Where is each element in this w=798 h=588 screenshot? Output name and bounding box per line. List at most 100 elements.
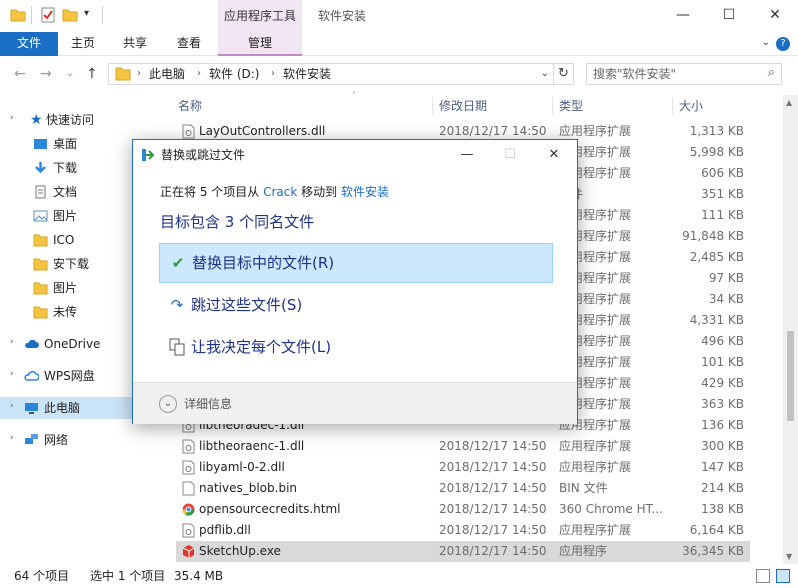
table-row[interactable]: pdflib.dll 2018/12/17 14:50 应用程序扩展 6,164 KB [176, 520, 750, 541]
sidebar-item-anxiazai[interactable]: 安下载 [0, 253, 132, 275]
breadcrumb-drive-d[interactable]: 软件 (D:) [209, 64, 259, 84]
customize-toolbar-icon[interactable]: ▾ [84, 8, 89, 19]
maximize-button[interactable]: ☐ [706, 0, 752, 32]
file-date: 2018/12/17 14:50 [439, 523, 547, 537]
decide-each-file-option[interactable]: 让我决定每个文件(L) [159, 328, 553, 368]
column-header-name[interactable]: 名称 [178, 95, 202, 117]
back-icon[interactable]: ← [14, 66, 26, 82]
properties-icon[interactable] [40, 7, 56, 23]
sidebar-item-pictures-folder[interactable]: 图片 [0, 277, 132, 299]
file-size: 136 KB [701, 418, 744, 432]
skip-files-option[interactable]: ↷ 跳过这些文件(S) [159, 286, 553, 326]
file-size: 351 KB [701, 187, 744, 201]
chevron-right-icon[interactable]: › [10, 401, 14, 411]
sidebar-item-desktop[interactable]: 桌面 [0, 133, 132, 155]
tab-home[interactable]: 主页 [60, 32, 106, 56]
sidebar-item-weichuan[interactable]: 未传 [0, 301, 132, 323]
address-bar[interactable]: › 此电脑 › 软件 (D:) › 软件安装 ⌄ [108, 63, 554, 85]
chevron-down-icon[interactable]: ⌄ [159, 395, 177, 413]
scroll-down-icon[interactable]: ▼ [786, 552, 792, 561]
breadcrumb-this-pc[interactable]: 此电脑 [149, 64, 185, 84]
table-row[interactable]: natives_blob.bin 2018/12/17 14:50 BIN 文件 21… [176, 478, 750, 499]
large-icons-view-icon[interactable] [776, 569, 790, 583]
tab-file[interactable]: 文件 [0, 32, 58, 56]
more-details-button[interactable]: 详细信息 [184, 383, 232, 425]
help-icon[interactable]: ? [776, 37, 790, 51]
sidebar-item-label: 图片 [53, 209, 78, 223]
table-row[interactable]: libtheoraenc-1.dll 2018/12/17 14:50 应用程序扩展… [176, 436, 750, 457]
table-row[interactable]: opensourcecredits.html 2018/12/17 14:50 36… [176, 499, 750, 520]
file-size: 300 KB [701, 439, 744, 453]
expand-ribbon-icon[interactable]: ⌄ [762, 37, 770, 48]
close-button[interactable]: ✕ [752, 0, 798, 32]
breadcrumb-separator-icon[interactable]: › [137, 64, 141, 84]
scroll-up-icon[interactable]: ▲ [786, 98, 792, 107]
destination-folder-link[interactable]: 软件安装 [341, 185, 389, 199]
new-folder-icon[interactable] [62, 7, 78, 23]
file-name: natives_blob.bin [199, 481, 298, 495]
breadcrumb-separator-icon[interactable]: › [197, 64, 201, 84]
move-files-icon [142, 149, 155, 161]
sidebar-item-label: WPS网盘 [44, 369, 95, 383]
breadcrumb-software-install[interactable]: 软件安装 [283, 64, 331, 84]
replace-files-option[interactable]: ✔ 替换目标中的文件(R) [159, 243, 553, 283]
column-divider[interactable] [552, 97, 553, 115]
source-folder-link[interactable]: Crack [263, 185, 297, 199]
selection-size: 35.4 MB [174, 569, 224, 583]
sidebar-item-pictures[interactable]: 图片 [0, 205, 132, 227]
sidebar-item-onedrive[interactable]: OneDrive [0, 333, 132, 355]
sidebar-item-network[interactable]: 网络 [0, 429, 132, 451]
chrome-icon [182, 503, 195, 516]
column-header-type[interactable]: 类型 [559, 95, 583, 117]
details-view-icon[interactable] [756, 569, 770, 583]
dialog-footer: ⌄ 详细信息 [133, 382, 577, 424]
scrollbar-thumb[interactable] [787, 331, 794, 421]
chevron-right-icon[interactable]: › [10, 369, 14, 379]
tab-manage[interactable]: 管理 [218, 32, 302, 56]
minimize-button[interactable]: — [660, 0, 706, 32]
column-header-date[interactable]: 修改日期 [439, 95, 487, 117]
chevron-down-icon[interactable]: › [10, 113, 14, 123]
move-text-prefix: 正在将 5 个项目从 [160, 185, 264, 199]
search-input[interactable]: 搜索"软件安装" ⌕ [586, 63, 782, 85]
sidebar-item-label: 网络 [44, 433, 69, 447]
recent-locations-icon[interactable]: ⌄ [66, 68, 74, 79]
file-name: SketchUp.exe [199, 544, 281, 558]
dialog-minimize-button[interactable]: — [447, 140, 487, 170]
refresh-button[interactable]: ↻ [554, 63, 574, 85]
sidebar-item-documents[interactable]: 文档 [0, 181, 132, 203]
sidebar-item-ico[interactable]: ICO [0, 229, 132, 251]
dll-icon [182, 460, 195, 475]
tab-view[interactable]: 查看 [166, 32, 212, 56]
chevron-down-icon[interactable]: ⌄ [541, 64, 549, 84]
column-divider[interactable] [672, 97, 673, 115]
up-icon[interactable]: ↑ [86, 66, 98, 82]
tab-share[interactable]: 共享 [112, 32, 158, 56]
folder-icon [33, 234, 48, 247]
dialog-close-button[interactable]: ✕ [534, 140, 574, 170]
column-divider[interactable] [432, 97, 433, 115]
file-size: 111 KB [701, 208, 744, 222]
vertical-scrollbar[interactable]: ▲ ▼ [783, 95, 798, 564]
move-text-middle: 移动到 [297, 185, 341, 199]
folder-icon[interactable] [10, 7, 26, 23]
item-count: 64 个项目 [14, 569, 70, 583]
table-row[interactable]: SketchUp.exe 2018/12/17 14:50 应用程序 36,345 K… [176, 541, 750, 562]
file-type: 应用程序扩展 [559, 523, 632, 537]
file-type: 360 Chrome HT... [559, 502, 663, 516]
chevron-right-icon[interactable]: › [10, 433, 14, 443]
forward-icon[interactable]: → [40, 66, 52, 82]
sidebar-item-quick-access[interactable]: ★ 快速访问 [0, 109, 132, 131]
sidebar-item-wps[interactable]: WPS网盘 [0, 365, 132, 387]
conflict-heading: 目标包含 3 个同名文件 [160, 213, 315, 231]
file-date: 2018/12/17 14:50 [439, 544, 547, 558]
table-row[interactable]: libyaml-0-2.dll 2018/12/17 14:50 应用程序扩展 147… [176, 457, 750, 478]
column-header-size[interactable]: 大小 [679, 95, 703, 117]
chevron-right-icon[interactable]: › [10, 337, 14, 347]
column-headers: 名称 ˄ 修改日期 类型 大小 [162, 91, 782, 117]
file-date: 2018/12/17 14:50 [439, 502, 547, 516]
sidebar-item-downloads[interactable]: 下载 [0, 157, 132, 179]
breadcrumb-separator-icon[interactable]: › [271, 64, 275, 84]
sidebar-item-this-pc[interactable]: 此电脑 [0, 397, 132, 419]
dll-icon [182, 523, 195, 538]
